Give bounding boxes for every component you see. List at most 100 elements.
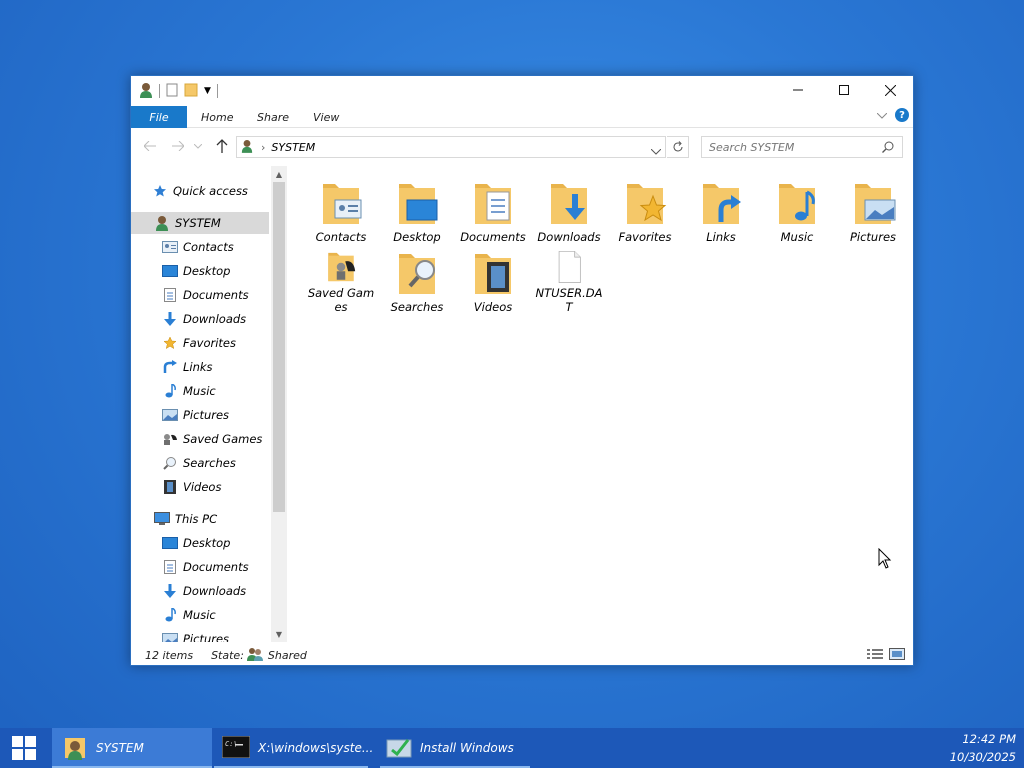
contacts-icon — [161, 238, 179, 256]
nav-pc-downloads[interactable]: Downloads — [161, 580, 271, 602]
nav-item-links[interactable]: Links — [161, 356, 271, 378]
favorites-icon — [161, 334, 179, 352]
file-item-downloads[interactable]: Downloads — [531, 174, 607, 244]
maximize-button[interactable] — [821, 76, 867, 104]
file-name: Music — [780, 230, 814, 244]
star-icon — [151, 182, 169, 200]
breadcrumb[interactable]: SYSTEM — [271, 141, 315, 154]
file-name: NTUSER.DAT — [535, 286, 603, 314]
searches-folder-icon — [399, 254, 435, 294]
downloads-folder-icon — [551, 184, 587, 224]
desktop-folder-icon — [399, 184, 438, 224]
links-folder-icon — [703, 184, 741, 224]
nav-item-favorites[interactable]: Favorites — [161, 332, 271, 354]
downloads-icon — [161, 310, 179, 328]
file-item-music[interactable]: Music — [759, 174, 835, 244]
nav-pc-pictures[interactable]: Pictures — [161, 628, 271, 642]
file-item-videos[interactable]: Videos — [455, 244, 531, 314]
forward-button[interactable] — [169, 137, 187, 155]
tab-home[interactable]: Home — [201, 106, 233, 128]
nav-quick-access[interactable]: Quick access — [151, 180, 271, 202]
start-button[interactable] — [0, 728, 48, 768]
file-name: Saved Games — [307, 286, 375, 314]
address-dropdown-icon[interactable] — [650, 144, 662, 158]
back-button[interactable] — [141, 137, 159, 155]
large-icons-view-icon[interactable] — [889, 648, 905, 663]
nav-item-videos[interactable]: Videos — [161, 476, 271, 498]
nav-pc-documents[interactable]: Documents — [161, 556, 271, 578]
file-item-searches[interactable]: Searches — [379, 244, 455, 314]
scroll-up-icon[interactable]: ▲ — [273, 168, 285, 180]
breadcrumb-separator-icon[interactable]: › — [261, 141, 265, 154]
tab-file[interactable]: File — [131, 106, 187, 128]
recent-locations-button[interactable] — [193, 137, 203, 155]
customize-qat-icon[interactable]: ▼ — [204, 86, 211, 96]
desktop-icon — [161, 534, 179, 552]
system-clock[interactable]: 12:42 PM 10/30/2025 — [950, 730, 1016, 766]
file-name: Downloads — [537, 230, 601, 244]
file-item-documents[interactable]: Documents — [455, 174, 531, 244]
user-icon — [153, 214, 171, 232]
help-icon[interactable]: ? — [895, 108, 909, 122]
file-item-pictures[interactable]: Pictures — [835, 174, 911, 244]
taskbar-item-cmd[interactable]: C:\ X:\windows\syste... — [214, 728, 373, 768]
file-item-saved-games[interactable]: Saved Games — [303, 244, 379, 314]
saved-games-folder-icon — [328, 252, 356, 282]
refresh-button[interactable] — [667, 136, 689, 158]
expand-ribbon-icon[interactable] — [876, 108, 888, 122]
windows-logo-icon — [12, 736, 36, 760]
nav-item-contacts[interactable]: Contacts — [161, 236, 271, 258]
nav-pc-music[interactable]: Music — [161, 604, 271, 626]
file-icon — [558, 251, 581, 283]
file-list: Contacts Desktop Documents Downloads Fav… — [291, 166, 911, 642]
quick-access-toolbar: ▼ — [139, 82, 218, 100]
nav-scrollbar[interactable]: ▲ ▼ — [271, 166, 287, 642]
nav-item-searches[interactable]: Searches — [161, 452, 271, 474]
scroll-down-icon[interactable]: ▼ — [273, 628, 285, 640]
navigation-row: › SYSTEM — [131, 131, 913, 161]
navigation-pane: Quick access SYSTEM Contacts Desktop Doc… — [131, 166, 271, 642]
file-item-desktop[interactable]: Desktop — [379, 174, 455, 244]
tab-share[interactable]: Share — [257, 106, 289, 128]
shared-icon — [246, 647, 264, 664]
explorer-window: ▼ File Home Share View ? › SYSTEM Search… — [130, 75, 914, 666]
pictures-icon — [161, 630, 179, 642]
nav-pc-desktop[interactable]: Desktop — [161, 532, 271, 554]
file-item-links[interactable]: Links — [683, 174, 759, 244]
videos-icon — [161, 478, 179, 496]
nav-item-music[interactable]: Music — [161, 380, 271, 402]
address-bar[interactable]: › SYSTEM — [236, 136, 666, 158]
nav-this-pc[interactable]: This PC — [153, 508, 271, 530]
nav-item-saved-games[interactable]: Saved Games — [161, 428, 271, 450]
close-button[interactable] — [867, 76, 913, 104]
tab-view[interactable]: View — [313, 106, 339, 128]
nav-item-downloads[interactable]: Downloads — [161, 308, 271, 330]
minimize-button[interactable] — [775, 76, 821, 104]
pictures-icon — [161, 406, 179, 424]
file-name: Links — [706, 230, 736, 244]
videos-folder-icon — [475, 254, 511, 294]
music-folder-icon — [779, 184, 815, 224]
search-box[interactable] — [701, 136, 903, 158]
nav-item-pictures[interactable]: Pictures — [161, 404, 271, 426]
nav-user-folder[interactable]: SYSTEM — [131, 212, 269, 234]
nav-item-documents[interactable]: Documents — [161, 284, 271, 306]
file-item-favorites[interactable]: Favorites — [607, 174, 683, 244]
scroll-thumb[interactable] — [273, 182, 285, 512]
new-folder-icon[interactable] — [184, 83, 198, 100]
file-name: Documents — [460, 230, 526, 244]
taskbar-item-install-windows[interactable]: Install Windows — [380, 728, 530, 768]
taskbar-item-explorer[interactable]: SYSTEM — [52, 728, 212, 768]
up-button[interactable] — [213, 137, 231, 155]
ribbon: File Home Share View ? — [131, 104, 913, 128]
command-prompt-icon: C:\ — [221, 735, 251, 761]
searches-icon — [161, 454, 179, 472]
nav-item-desktop[interactable]: Desktop — [161, 260, 271, 282]
properties-icon[interactable] — [166, 83, 178, 100]
links-icon — [161, 358, 179, 376]
search-icon[interactable] — [882, 141, 894, 156]
file-item-ntuser-dat[interactable]: NTUSER.DAT — [531, 244, 607, 314]
search-input[interactable] — [709, 140, 879, 154]
details-view-icon[interactable] — [867, 648, 883, 663]
file-item-contacts[interactable]: Contacts — [303, 174, 379, 244]
